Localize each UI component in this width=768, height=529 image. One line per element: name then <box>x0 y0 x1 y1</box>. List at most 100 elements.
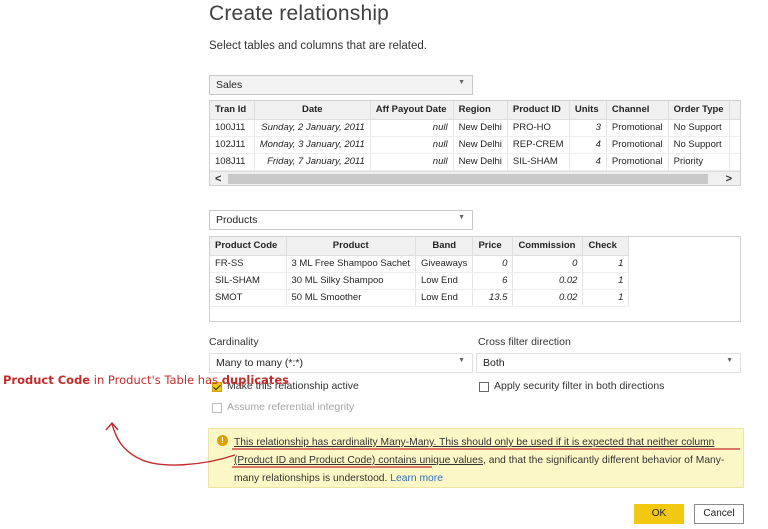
table-cell: null <box>370 136 454 154</box>
table-cell: 108J11 <box>210 153 255 171</box>
table-cell: 4 <box>569 136 607 154</box>
products-col-header[interactable]: Check <box>582 237 630 256</box>
cross-filter-select[interactable]: Both ▼ <box>476 353 741 373</box>
table-cell: Sunday, 2 January, 2011 <box>254 119 371 137</box>
table-cell: SMOT <box>210 289 287 307</box>
table-row: 108J11 Friday, 7 January, 2011 null New … <box>210 153 740 171</box>
sales-col-header-partial <box>729 101 740 120</box>
table-cell-partial <box>729 136 740 154</box>
table-cell: 4 <box>569 153 607 171</box>
products-table-select[interactable]: Products ▼ <box>209 210 473 230</box>
sales-col-header[interactable]: Aff Payout Date <box>370 101 454 120</box>
table-cell: New Delhi <box>453 119 508 137</box>
table-cell: Low End <box>415 272 474 290</box>
scroll-left-icon[interactable]: < <box>215 172 221 186</box>
cardinality-select-value: Many to many (*:*) <box>216 357 303 369</box>
table-cell: 1 <box>582 255 630 273</box>
learn-more-link[interactable]: Learn more <box>390 473 443 484</box>
sales-table-select[interactable]: Sales ▼ <box>209 75 473 95</box>
table-cell: 3 ML Free Shampoo Sachet <box>286 255 416 273</box>
dropdown-caret-icon: ▼ <box>726 357 733 364</box>
table-cell: No Support <box>668 119 730 137</box>
sales-col-header[interactable]: Region <box>453 101 508 120</box>
security-filter-label: Apply security filter in both directions <box>494 380 665 392</box>
products-table-select-value: Products <box>216 214 258 226</box>
table-cell: 50 ML Smoother <box>286 289 416 307</box>
table-cell: Promotional <box>606 153 669 171</box>
ok-button[interactable]: OK <box>634 504 684 524</box>
table-cell: 0.02 <box>512 289 584 307</box>
table-row: 100J11 Sunday, 2 January, 2011 null New … <box>210 119 740 137</box>
products-col-header[interactable]: Product <box>286 237 416 256</box>
table-cell: SIL-SHAM <box>210 272 287 290</box>
cardinality-select[interactable]: Many to many (*:*) ▼ <box>209 353 473 373</box>
cancel-button[interactable]: Cancel <box>694 504 744 524</box>
table-cell: 0.02 <box>512 272 584 290</box>
sales-preview-grid: Tran Id Date Aff Payout Date Region Prod… <box>209 100 741 186</box>
dropdown-caret-icon: ▼ <box>458 79 465 86</box>
table-cell: New Delhi <box>453 153 508 171</box>
annotation-bold-2: duplicates <box>221 373 290 387</box>
table-cell: SIL-SHAM <box>507 153 570 171</box>
sales-col-header[interactable]: Order Type <box>668 101 730 120</box>
table-cell: 102J11 <box>210 136 255 154</box>
table-cell: FR-SS <box>210 255 287 273</box>
table-cell-partial <box>729 153 740 171</box>
products-col-header[interactable]: Price <box>472 237 514 256</box>
dialog-title: Create relationship <box>209 2 390 25</box>
table-cell: No Support <box>668 136 730 154</box>
sales-table-select-value: Sales <box>216 79 243 91</box>
table-cell: Low End <box>415 289 474 307</box>
table-cell: 13.5 <box>472 289 514 307</box>
dropdown-caret-icon: ▼ <box>458 357 465 364</box>
annotation-underline <box>232 448 740 468</box>
scrollbar-thumb[interactable] <box>228 174 708 184</box>
annotation-bold-1: Product Code <box>3 373 91 387</box>
products-col-header[interactable]: Band <box>415 237 474 256</box>
table-cell: null <box>370 153 454 171</box>
dialog-subtitle: Select tables and columns that are relat… <box>209 40 427 52</box>
products-col-header[interactable]: Commission <box>512 237 584 256</box>
sales-col-header[interactable]: Tran Id <box>210 101 255 120</box>
table-cell: 0 <box>472 255 514 273</box>
sales-col-header[interactable]: Units <box>569 101 607 120</box>
scroll-right-icon[interactable]: > <box>726 172 732 186</box>
table-cell: Monday, 3 January, 2011 <box>254 136 371 154</box>
table-cell: 1 <box>582 272 630 290</box>
table-cell: 30 ML Silky Shampoo <box>286 272 416 290</box>
table-row: SMOT 50 ML Smoother Low End 13.5 0.02 1 <box>210 289 630 307</box>
table-cell: null <box>370 119 454 137</box>
table-cell: New Delhi <box>453 136 508 154</box>
table-cell: 6 <box>472 272 514 290</box>
horizontal-scrollbar[interactable]: < > <box>210 171 740 185</box>
table-row: SIL-SHAM 30 ML Silky Shampoo Low End 6 0… <box>210 272 630 290</box>
cardinality-label: Cardinality <box>209 336 259 348</box>
products-col-header[interactable]: Product Code <box>210 237 287 256</box>
table-cell: Promotional <box>606 136 669 154</box>
table-cell: 1 <box>582 289 630 307</box>
table-cell-partial <box>729 119 740 137</box>
products-preview-grid: Product Code Product Band Price Commissi… <box>209 236 741 322</box>
annotation-arrow <box>105 421 236 466</box>
table-cell: REP-CREM <box>507 136 570 154</box>
table-cell: 100J11 <box>210 119 255 137</box>
referential-integrity-label: Assume referential integrity <box>227 401 355 413</box>
table-cell: Promotional <box>606 119 669 137</box>
table-cell: 3 <box>569 119 607 137</box>
table-cell: Giveaways <box>415 255 474 273</box>
sales-col-header[interactable]: Date <box>254 101 371 120</box>
dropdown-caret-icon: ▼ <box>458 214 465 221</box>
table-cell: PRO-HO <box>507 119 570 137</box>
table-row: FR-SS 3 ML Free Shampoo Sachet Giveaways… <box>210 255 630 273</box>
sales-col-header[interactable]: Product ID <box>507 101 570 120</box>
sales-preview-table: Tran Id Date Aff Payout Date Region Prod… <box>210 101 740 171</box>
annotation-mid: in Product's Table has <box>90 373 222 387</box>
sales-col-header[interactable]: Channel <box>606 101 669 120</box>
products-preview-table: Product Code Product Band Price Commissi… <box>210 237 630 307</box>
security-filter-checkbox[interactable] <box>479 382 489 392</box>
cross-filter-select-value: Both <box>483 357 505 369</box>
cross-filter-label: Cross filter direction <box>478 336 571 348</box>
annotation-note: Product Code in Product's Table has dupl… <box>3 373 289 388</box>
table-row: 102J11 Monday, 3 January, 2011 null New … <box>210 136 740 154</box>
table-cell: Priority <box>668 153 730 171</box>
